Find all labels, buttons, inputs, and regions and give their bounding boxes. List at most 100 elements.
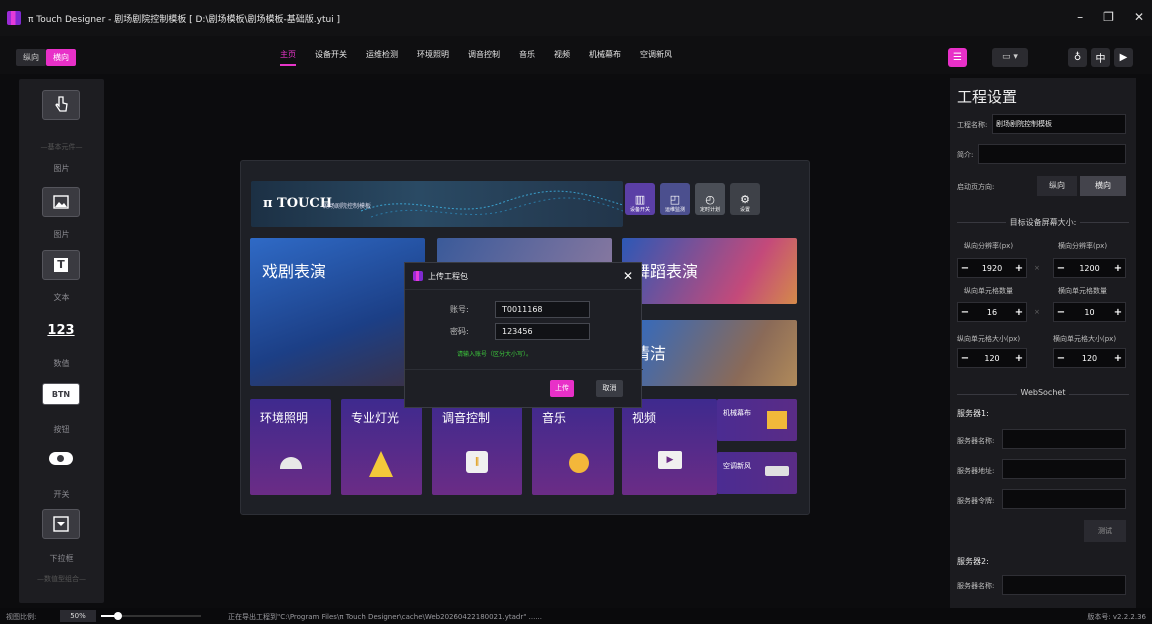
tab-ambient-light[interactable]: 环境照明	[417, 49, 449, 66]
minus-icon[interactable]: −	[958, 263, 972, 274]
tab-curtain[interactable]: 机械幕布	[589, 49, 621, 66]
number-icon[interactable]: 123	[42, 315, 80, 345]
account-label: 账号:	[450, 305, 469, 314]
text-icon[interactable]: T	[42, 250, 80, 280]
plus-icon[interactable]: +	[1012, 353, 1026, 364]
cells-h-stepper[interactable]: − 10 +	[1053, 302, 1126, 322]
dialog-header: 上传工程包 ✕	[405, 263, 641, 290]
minus-icon[interactable]: −	[1054, 353, 1068, 364]
card-ambient-light[interactable]: 环境照明	[250, 399, 331, 495]
window-title: π Touch Designer - 剧场剧院控制模板 [ D:\剧场模板\剧场…	[28, 14, 341, 25]
tab-ops-monitor[interactable]: 运维检测	[366, 49, 398, 66]
globe-icon[interactable]: ♁	[1068, 47, 1087, 67]
tab-video[interactable]: 视频	[554, 49, 570, 66]
tab-audio-mixer[interactable]: 调音控制	[468, 49, 500, 66]
card-title: 环境照明	[260, 411, 309, 425]
tab-home[interactable]: 主页	[280, 49, 296, 66]
upload-button[interactable]: 上传	[550, 380, 574, 397]
cells-h-label: 横向单元格数量	[1058, 287, 1107, 295]
shortcut-monitor[interactable]: ◰ 运维监测	[660, 183, 690, 215]
server1-name-label: 服务器名称:	[957, 437, 995, 445]
button-icon[interactable]: BTN	[42, 383, 80, 405]
server1-token-label: 服务器令牌:	[957, 497, 995, 505]
card-clean[interactable]: 清洁	[622, 320, 797, 386]
hand-pointer-icon[interactable]	[42, 90, 80, 120]
save-dropdown-icon[interactable]: ▭ ▾	[992, 47, 1028, 67]
landscape-button[interactable]: 横向	[46, 49, 76, 66]
password-input[interactable]: 123456	[495, 323, 590, 340]
video-play-icon: ▶	[658, 451, 682, 469]
description-input[interactable]	[978, 144, 1126, 164]
start-landscape-button[interactable]: 横向	[1080, 176, 1126, 196]
tab-music[interactable]: 音乐	[519, 49, 535, 66]
dropdown-icon[interactable]	[42, 509, 80, 539]
card-music[interactable]: 音乐	[532, 399, 614, 495]
minus-icon[interactable]: −	[1054, 307, 1068, 318]
shortcut-device-switch[interactable]: ▥ 设备开关	[625, 183, 655, 215]
shortcut-settings[interactable]: ⚙ 设置	[730, 183, 760, 215]
account-input[interactable]: T0011168	[495, 301, 590, 318]
pendant-lamp-icon	[280, 457, 302, 469]
card-hvac[interactable]: 空调新风	[717, 452, 797, 494]
zoom-slider[interactable]	[101, 612, 201, 620]
project-name-input[interactable]: 剧场剧院控制模板	[992, 114, 1126, 134]
zoom-slider-handle[interactable]	[114, 612, 122, 620]
tab-device-switch[interactable]: 设备开关	[315, 49, 347, 66]
brand-logo: π TOUCH	[263, 196, 333, 211]
card-curtain[interactable]: 机械幕布	[717, 399, 797, 441]
server1-token-input[interactable]	[1002, 489, 1126, 509]
tool-label-dropdown: 下拉框	[49, 554, 74, 563]
plus-icon[interactable]: +	[1012, 307, 1026, 318]
timer-icon: ◴	[705, 193, 715, 206]
plus-icon[interactable]: +	[1111, 263, 1125, 274]
minimize-icon[interactable]: –	[1077, 10, 1083, 24]
card-title: 空调新风	[723, 462, 751, 470]
cells-v-stepper[interactable]: − 16 +	[957, 302, 1027, 322]
portrait-button[interactable]: 纵向	[16, 49, 46, 66]
minus-icon[interactable]: −	[958, 307, 972, 318]
zoom-value[interactable]: 50%	[60, 610, 96, 622]
times-icon: ×	[1034, 264, 1040, 272]
res-h-stepper[interactable]: − 1200 +	[1053, 258, 1126, 278]
plus-icon[interactable]: +	[1111, 307, 1125, 318]
close-icon[interactable]: ✕	[1134, 10, 1144, 24]
music-disc-icon	[569, 453, 589, 473]
title-bar: π Touch Designer - 剧场剧院控制模板 [ D:\剧场模板\剧场…	[0, 0, 1152, 36]
card-mixer[interactable]: 调音控制 ‖	[432, 399, 522, 495]
server1-name-input[interactable]	[1002, 429, 1126, 449]
card-pro-light[interactable]: 专业灯光	[341, 399, 422, 495]
screen-size-heading: 目标设备屏幕大小:	[950, 217, 1136, 228]
minus-icon[interactable]: −	[1054, 263, 1068, 274]
card-dance[interactable]: 舞蹈表演	[622, 238, 797, 304]
image-icon[interactable]	[42, 187, 80, 217]
language-icon[interactable]: 中	[1091, 47, 1110, 67]
layers-icon[interactable]: ☰	[948, 47, 967, 67]
card-video[interactable]: 视频 ▶	[622, 399, 717, 495]
plus-icon[interactable]: +	[1111, 353, 1125, 364]
res-h-label: 横向分辨率(px)	[1058, 242, 1108, 250]
cellsize-h-stepper[interactable]: − 120 +	[1053, 348, 1126, 368]
server1-addr-input[interactable]	[1002, 459, 1126, 479]
play-icon[interactable]: ▶	[1114, 47, 1133, 67]
cellsize-v-stepper[interactable]: − 120 +	[957, 348, 1027, 368]
close-icon[interactable]: ✕	[623, 269, 633, 283]
tab-hvac[interactable]: 空调新风	[640, 49, 672, 66]
shortcut-timer[interactable]: ◴ 定时计划	[695, 183, 725, 215]
maximize-icon[interactable]: ❐	[1103, 10, 1114, 24]
test-button[interactable]: 测试	[1084, 520, 1126, 542]
card-title: 专业灯光	[351, 411, 400, 425]
dialog-footer: 上传 取消	[405, 369, 643, 407]
card-drama[interactable]: 戏剧表演	[250, 238, 425, 386]
toggle-icon[interactable]	[42, 443, 80, 473]
plus-icon[interactable]: +	[1012, 263, 1026, 274]
server2-name-input[interactable]	[1002, 575, 1126, 595]
start-portrait-button[interactable]: 纵向	[1037, 176, 1077, 196]
app-logo	[7, 11, 21, 25]
minus-icon[interactable]: −	[958, 353, 972, 364]
res-v-value: 1920	[981, 263, 1003, 273]
cancel-button[interactable]: 取消	[596, 380, 623, 397]
page-nav: 主页 设备开关 运维检测 环境照明 调音控制 音乐 视频 机械幕布 空调新风	[280, 49, 691, 66]
description-label: 简介:	[957, 151, 974, 159]
times-icon: ×	[1034, 308, 1040, 316]
res-v-stepper[interactable]: −1920 +	[957, 258, 1027, 278]
